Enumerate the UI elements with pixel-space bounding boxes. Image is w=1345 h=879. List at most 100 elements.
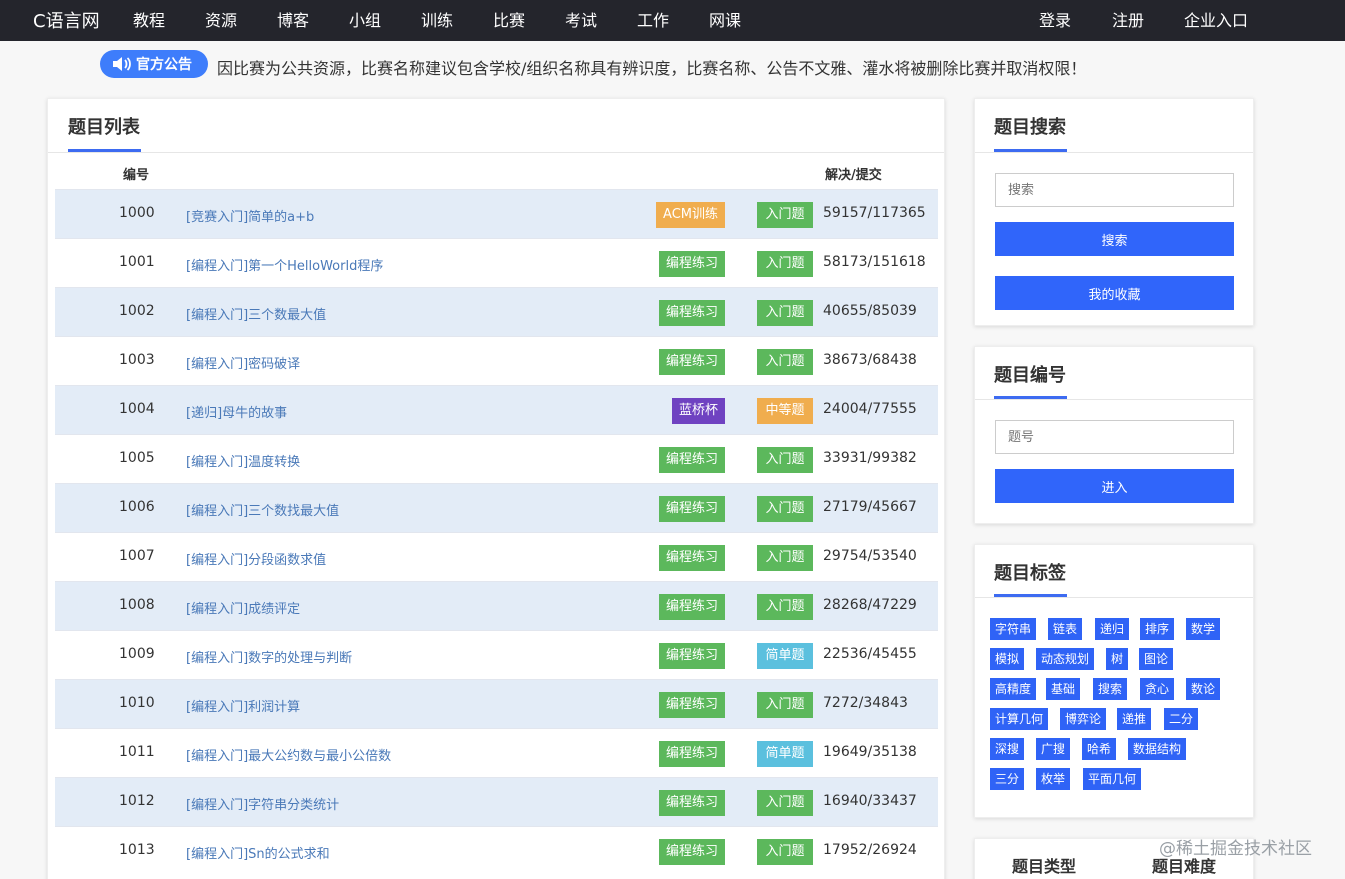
tag-chip[interactable]: 图论 (1139, 648, 1174, 670)
enterprise-link[interactable]: 企业入口 (1184, 7, 1248, 31)
tag-chip[interactable]: 贪心 (1140, 678, 1175, 700)
tag-chip[interactable]: 搜索 (1093, 678, 1128, 700)
category-tag[interactable]: 编程练习 (658, 251, 725, 277)
tag-chip[interactable]: 深搜 (990, 738, 1025, 760)
solve-stat: 33931/99382 (823, 450, 917, 466)
difficulty-tag[interactable]: 入门题 (757, 496, 813, 522)
problem-title-link[interactable]: [编程入门]数字的处理与判断 (186, 647, 352, 666)
nav-item-resources[interactable]: 资源 (205, 7, 237, 31)
table-row: 1000 [竞赛入门]简单的a+b ACM训练 入门题 59157/117365 (55, 189, 938, 238)
difficulty-tag[interactable]: 入门题 (757, 202, 813, 228)
nav-item-tutorial[interactable]: 教程 (133, 7, 165, 31)
type-tab[interactable]: 题目类型 (1012, 853, 1076, 877)
difficulty-tag[interactable]: 入门题 (757, 300, 813, 326)
tag-chip[interactable]: 博弈论 (1060, 708, 1107, 730)
table-row: 1002 [编程入门]三个数最大值 编程练习 入门题 40655/85039 (55, 287, 938, 336)
nav-item-exam[interactable]: 考试 (565, 7, 597, 31)
site-logo[interactable]: C语言网 (33, 7, 100, 33)
category-tag[interactable]: 编程练习 (658, 741, 725, 767)
category-tag[interactable]: 编程练习 (658, 790, 725, 816)
category-tag[interactable]: 编程练习 (658, 545, 725, 571)
difficulty-tag[interactable]: 入门题 (757, 447, 813, 473)
nav-item-training[interactable]: 训练 (421, 7, 453, 31)
login-link[interactable]: 登录 (1039, 7, 1071, 31)
nav-item-blog[interactable]: 博客 (277, 7, 309, 31)
favorites-button[interactable]: 我的收藏 (995, 276, 1234, 310)
tag-chip[interactable]: 动态规划 (1036, 648, 1095, 670)
enter-button[interactable]: 进入 (995, 469, 1234, 503)
problem-title-link[interactable]: [编程入门]密码破译 (186, 353, 300, 372)
tag-chip[interactable]: 树 (1106, 648, 1129, 670)
solve-stat: 38673/68438 (823, 352, 917, 368)
problem-title-link[interactable]: [编程入门]利润计算 (186, 696, 300, 715)
category-tag[interactable]: 编程练习 (658, 300, 725, 326)
table-row: 1003 [编程入门]密码破译 编程练习 入门题 38673/68438 (55, 336, 938, 385)
problem-number-input[interactable] (995, 420, 1234, 454)
nav-item-courses[interactable]: 网课 (709, 7, 741, 31)
tag-chip[interactable]: 高精度 (990, 678, 1037, 700)
tag-chip[interactable]: 基础 (1046, 678, 1081, 700)
tag-chip[interactable]: 链表 (1048, 618, 1083, 640)
problem-title-link[interactable]: [竞赛入门]简单的a+b (186, 206, 314, 225)
difficulty-tag[interactable]: 入门题 (757, 839, 813, 865)
table-row: 1006 [编程入门]三个数找最大值 编程练习 入门题 27179/45667 (55, 483, 938, 532)
problem-title-link[interactable]: [编程入门]三个数找最大值 (186, 500, 339, 519)
nav-item-contest[interactable]: 比赛 (493, 7, 525, 31)
solve-stat: 27179/45667 (823, 499, 917, 515)
search-input[interactable] (995, 173, 1234, 207)
category-tag[interactable]: 编程练习 (658, 839, 725, 865)
difficulty-tag[interactable]: 入门题 (757, 251, 813, 277)
problem-title-link[interactable]: [编程入门]第一个HelloWorld程序 (186, 255, 383, 274)
table-row: 1010 [编程入门]利润计算 编程练习 入门题 7272/34843 (55, 679, 938, 728)
register-link[interactable]: 注册 (1112, 7, 1144, 31)
tag-chip[interactable]: 递归 (1095, 618, 1130, 640)
tag-chip[interactable]: 排序 (1140, 618, 1175, 640)
tag-chip[interactable]: 二分 (1164, 708, 1199, 730)
difficulty-tag[interactable]: 简单题 (757, 741, 813, 767)
problem-title-link[interactable]: [编程入门]三个数最大值 (186, 304, 326, 323)
problem-title-link[interactable]: [递归]母牛的故事 (186, 402, 287, 421)
tag-chip[interactable]: 平面几何 (1083, 768, 1142, 790)
difficulty-tag[interactable]: 中等题 (757, 398, 813, 424)
tag-chip[interactable]: 广搜 (1036, 738, 1071, 760)
tag-chip[interactable]: 哈希 (1082, 738, 1117, 760)
category-tag[interactable]: 编程练习 (658, 594, 725, 620)
tag-chip[interactable]: 数据结构 (1128, 738, 1187, 760)
problem-title-link[interactable]: [编程入门]温度转换 (186, 451, 300, 470)
watermark-text: @稀土掘金技术社区 (1159, 839, 1312, 859)
solve-stat: 16940/33437 (823, 793, 917, 809)
category-tag[interactable]: 蓝桥杯 (671, 398, 725, 424)
tag-chip[interactable]: 数学 (1186, 618, 1221, 640)
problem-title-link[interactable]: [编程入门]成绩评定 (186, 598, 300, 617)
tag-chip[interactable]: 递推 (1117, 708, 1152, 730)
category-tag[interactable]: 编程练习 (658, 692, 725, 718)
category-tag[interactable]: 编程练习 (658, 349, 725, 375)
difficulty-tag[interactable]: 入门题 (757, 349, 813, 375)
solve-stat: 7272/34843 (823, 695, 908, 711)
difficulty-tag[interactable]: 入门题 (757, 545, 813, 571)
difficulty-tag[interactable]: 入门题 (757, 692, 813, 718)
problem-title-link[interactable]: [编程入门]Sn的公式求和 (186, 843, 330, 862)
top-nav: C语言网 教程 资源 博客 小组 训练 比赛 考试 工作 网课 登录 注册 企业… (0, 0, 1345, 41)
nav-item-groups[interactable]: 小组 (349, 7, 381, 31)
problem-title-link[interactable]: [编程入门]分段函数求值 (186, 549, 326, 568)
tag-chip[interactable]: 数论 (1186, 678, 1221, 700)
tag-chip[interactable]: 三分 (990, 768, 1025, 790)
search-button[interactable]: 搜索 (995, 222, 1234, 256)
category-tag[interactable]: 编程练习 (658, 447, 725, 473)
number-panel-title: 题目编号 (994, 365, 1066, 386)
problem-title-link[interactable]: [编程入门]最大公约数与最小公倍数 (186, 745, 391, 764)
tag-chip[interactable]: 计算几何 (990, 708, 1049, 730)
solve-stat: 24004/77555 (823, 401, 917, 417)
problem-title-link[interactable]: [编程入门]字符串分类统计 (186, 794, 339, 813)
tag-chip[interactable]: 模拟 (990, 648, 1025, 670)
difficulty-tag[interactable]: 简单题 (757, 643, 813, 669)
category-tag[interactable]: ACM训练 (656, 202, 725, 228)
category-tag[interactable]: 编程练习 (658, 496, 725, 522)
tag-chip[interactable]: 枚举 (1036, 768, 1071, 790)
difficulty-tag[interactable]: 入门题 (757, 594, 813, 620)
category-tag[interactable]: 编程练习 (658, 643, 725, 669)
nav-item-jobs[interactable]: 工作 (637, 7, 669, 31)
tag-chip[interactable]: 字符串 (990, 618, 1037, 640)
difficulty-tag[interactable]: 入门题 (757, 790, 813, 816)
